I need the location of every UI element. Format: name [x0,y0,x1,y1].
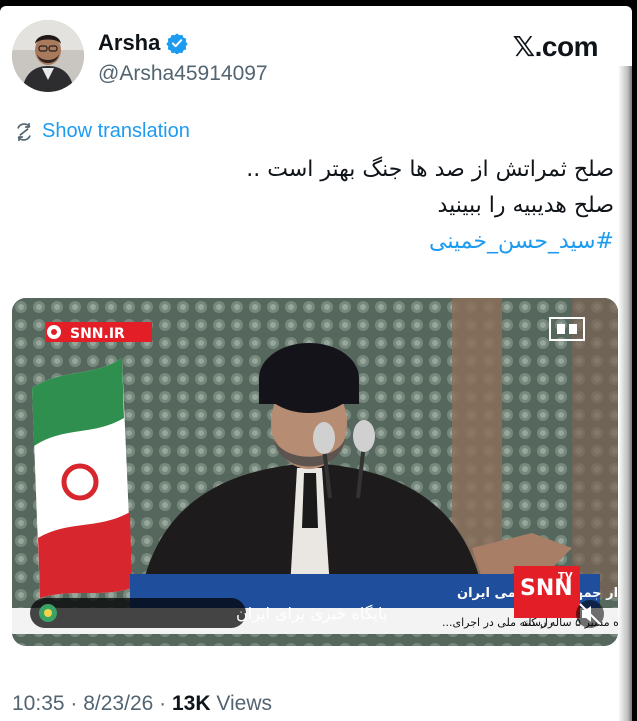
verified-badge-icon [166,33,188,54]
show-translation-label: Show translation [42,120,190,142]
tweet-time: 10:35 [12,692,65,715]
x-logo: 𝕏.com [512,31,599,62]
tweet-line-1: صلح ثمراتش از صد ها جنگ بهتر است .. [246,157,614,182]
video-frame: SNN.IR میثاق هیئت دولت با آرمان‌های بنیا… [12,298,618,646]
timestamp-separator: · [64,692,84,715]
tweet-timestamp[interactable]: 10:35 · 8/23/26 · 13K Views [12,692,272,716]
avatar-photo [12,20,84,92]
author-name-text: Arsha [98,30,161,55]
tweet-date: 8/23/26 [83,692,154,715]
show-translation-button[interactable]: Show translation [14,120,190,143]
tweet-card: Arsha @Arsha45914097 𝕏.com Show translat… [0,6,632,721]
edge-shadow [618,66,632,721]
tweet-hashtag[interactable]: #سید_حسن_خمینی [246,224,614,260]
tweet-body: صلح ثمراتش از صد ها جنگ بهتر است .. صلح … [246,152,614,260]
snn-ir-text: SNN.IR [70,326,125,342]
iran-flag [32,358,132,598]
snn-ir-label: SNN.IR [46,322,152,342]
snn-tv-text: TV [558,571,573,582]
author-handle[interactable]: @Arsha45914097 [98,62,268,86]
author-name[interactable]: Arsha [98,30,188,56]
tweet-line-2: صلح هدیبیه را ببینید [437,193,614,218]
mute-button[interactable] [576,600,604,628]
translate-icon [17,122,31,141]
timestamp-separator-2: · [153,692,172,715]
video-player[interactable]: SNN.IR میثاق هیئت دولت با آرمان‌های بنیا… [12,298,618,646]
views-label: Views [210,692,272,715]
watermark-text: پایگاه خبری برای ایران [236,604,387,624]
author-avatar[interactable] [12,20,84,92]
snn-tv-logo: SNN TV [514,566,580,618]
views-count: 13K [171,692,211,715]
